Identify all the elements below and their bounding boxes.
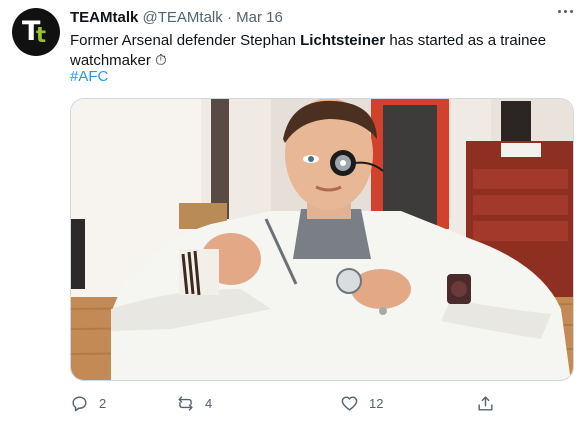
author-handle[interactable]: @TEAMtalk — [143, 9, 223, 26]
hashtag-link[interactable]: #AFC — [70, 67, 108, 87]
retweet-count: 4 — [205, 396, 213, 411]
share-button[interactable] — [476, 394, 495, 413]
more-icon[interactable] — [558, 10, 573, 13]
tweet-actions: 2 4 12 — [62, 394, 502, 416]
share-icon — [478, 396, 493, 411]
more-dot — [570, 10, 573, 13]
retweet-icon — [178, 396, 193, 411]
tweet-text-bold-name: Lichtsteiner — [300, 32, 386, 49]
photo-watchmaker — [71, 99, 573, 380]
like-count: 12 — [369, 396, 384, 411]
tweet-text: Former Arsenal defender Stephan Lichtste… — [70, 31, 550, 71]
more-dot — [558, 10, 561, 13]
tweet-header: TEAMtalk @TEAMtalk · Mar 16 — [70, 9, 283, 26]
tweet-card[interactable]: T t TEAMtalk @TEAMtalk · Mar 16 Former A… — [0, 0, 587, 426]
tweet-photo[interactable] — [70, 98, 574, 381]
like-icon — [341, 396, 358, 411]
tweet-text-part1: Former Arsenal defender Stephan — [70, 32, 301, 49]
reply-count: 2 — [99, 396, 107, 411]
separator-dot: · — [226, 9, 232, 26]
author-name[interactable]: TEAMtalk — [70, 9, 138, 26]
avatar[interactable]: T t — [12, 8, 60, 56]
avatar-logo-letter-t-accent: t — [36, 23, 47, 47]
reply-button[interactable]: 2 — [70, 394, 106, 413]
tweet-date[interactable]: Mar 16 — [236, 9, 283, 26]
reply-icon — [72, 396, 87, 412]
retweet-button[interactable]: 4 — [176, 394, 212, 413]
stopwatch-emoji: ⏱ — [155, 52, 167, 69]
like-button[interactable]: 12 — [340, 394, 383, 413]
more-dot — [564, 10, 567, 13]
